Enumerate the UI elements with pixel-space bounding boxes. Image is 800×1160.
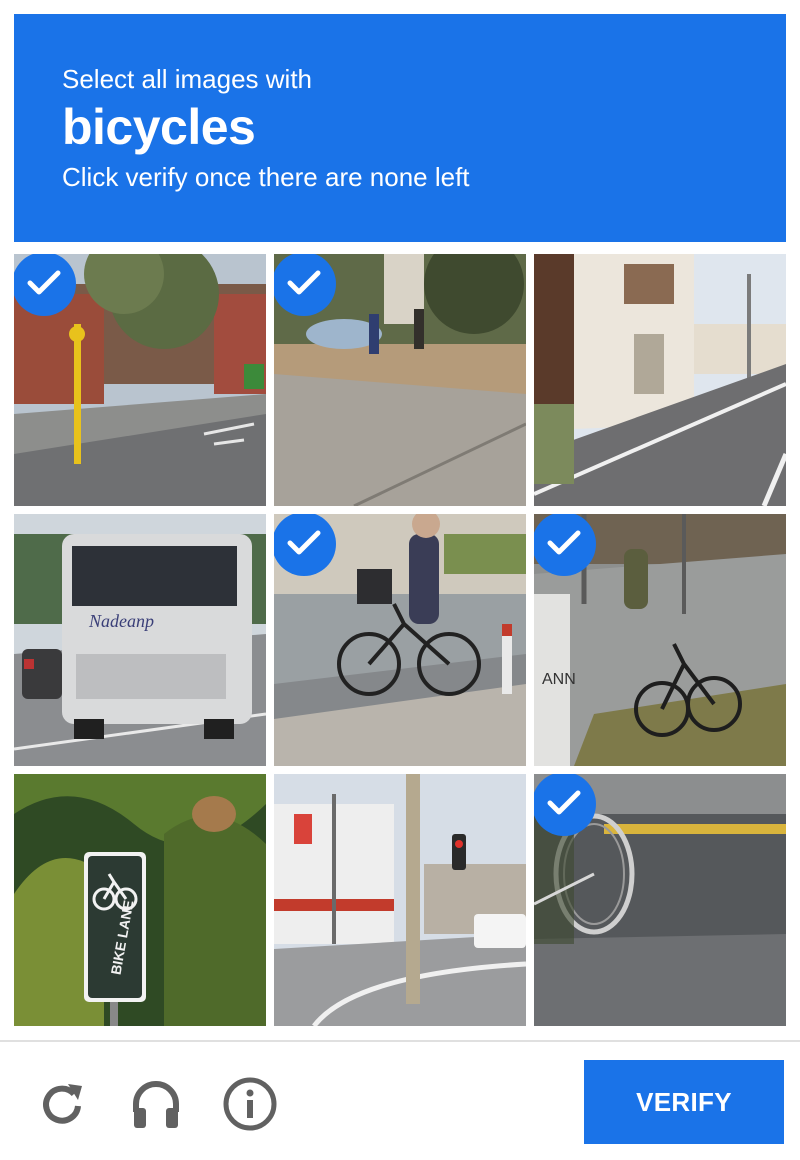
subinstruction-text: Click verify once there are none left	[62, 162, 470, 192]
reload-button[interactable]	[34, 1076, 90, 1132]
tile-image: Nadeanp	[14, 514, 266, 766]
svg-text:ANN: ANN	[542, 671, 576, 688]
tile-image: BIKE LANE	[14, 774, 266, 1026]
tile-image	[274, 774, 526, 1026]
image-tile-3[interactable]	[534, 254, 786, 506]
reload-icon	[43, 1084, 82, 1124]
image-tile-1[interactable]	[14, 254, 266, 506]
image-tile-4[interactable]: Nadeanp	[14, 514, 266, 766]
challenge-keyword: bicycles	[62, 99, 256, 155]
instruction-text: Select all images with	[62, 64, 312, 94]
image-tile-8[interactable]	[274, 774, 526, 1026]
image-tile-9[interactable]	[534, 774, 786, 1026]
image-grid: Nadeanp ANN BIKE LANE	[14, 254, 786, 1026]
verify-button[interactable]: VERIFY	[584, 1060, 784, 1144]
image-tile-2[interactable]	[274, 254, 526, 506]
footer-divider	[0, 1040, 800, 1042]
image-tile-7[interactable]: BIKE LANE	[14, 774, 266, 1026]
info-icon	[223, 1077, 277, 1131]
image-tile-6[interactable]: ANN	[534, 514, 786, 766]
info-button[interactable]	[222, 1076, 278, 1132]
headphones-icon	[133, 1081, 179, 1128]
audio-challenge-button[interactable]	[128, 1076, 184, 1132]
tile-image	[534, 254, 786, 506]
challenge-header: Select all images with bicycles Click ve…	[14, 14, 786, 242]
svg-text:Nadeanp: Nadeanp	[88, 611, 154, 631]
image-tile-5[interactable]	[274, 514, 526, 766]
